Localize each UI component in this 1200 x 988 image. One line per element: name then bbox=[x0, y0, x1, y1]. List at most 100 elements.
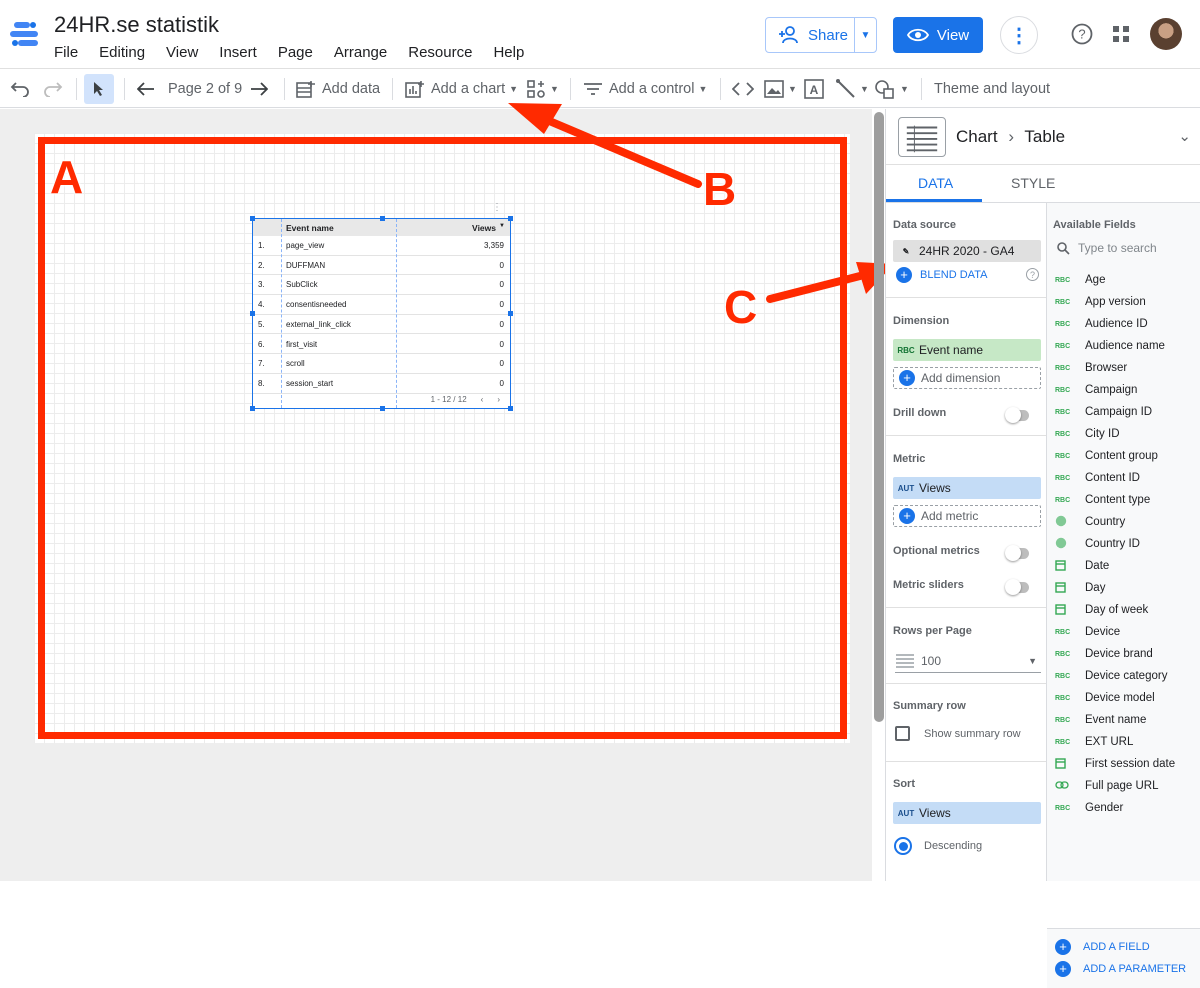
field-item[interactable]: RBC Content type bbox=[1055, 489, 1150, 511]
add-control-button[interactable]: Add a control ▼ bbox=[583, 69, 707, 109]
share-dropdown-icon[interactable]: ▼ bbox=[854, 18, 876, 52]
field-item[interactable]: RBC Device category bbox=[1055, 665, 1167, 687]
text-type-icon: RBC bbox=[897, 345, 915, 355]
apps-grid-icon[interactable] bbox=[1109, 22, 1133, 46]
summary-row-checkbox[interactable] bbox=[895, 726, 910, 741]
menu-arrange[interactable]: Arrange bbox=[334, 44, 387, 61]
field-item[interactable]: RBC Campaign ID bbox=[1055, 401, 1152, 423]
field-name: Country ID bbox=[1085, 538, 1140, 550]
add-dimension-button[interactable]: + Add dimension bbox=[893, 367, 1041, 389]
data-source-chip[interactable]: ✎ 24HR 2020 - GA4 bbox=[893, 240, 1041, 262]
sort-chip[interactable]: AUT Views bbox=[893, 802, 1041, 824]
add-field-button[interactable]: + ADD A FIELD bbox=[1055, 939, 1150, 955]
row-event-name: SubClick bbox=[286, 280, 318, 290]
field-item[interactable]: RBC Content group bbox=[1055, 445, 1158, 467]
metric-sliders-toggle[interactable] bbox=[1005, 579, 1029, 595]
shape-icon[interactable]: ▼ bbox=[874, 69, 909, 109]
chart-options-icon[interactable]: ⋮ bbox=[492, 202, 502, 213]
community-visualizations-icon[interactable]: ▼ bbox=[526, 69, 559, 109]
rows-per-page-select[interactable]: 100 ▼ bbox=[895, 649, 1041, 673]
menu-insert[interactable]: Insert bbox=[219, 44, 257, 61]
menu-page[interactable]: Page bbox=[278, 44, 313, 61]
menu-editing[interactable]: Editing bbox=[99, 44, 145, 61]
field-item[interactable]: RBC Device model bbox=[1055, 687, 1155, 709]
resize-handle[interactable] bbox=[380, 216, 385, 221]
resize-handle[interactable] bbox=[508, 216, 513, 221]
dimension-chip[interactable]: RBC Event name bbox=[893, 339, 1041, 361]
text-box-icon[interactable]: A bbox=[804, 69, 824, 109]
field-item[interactable]: RBC App version bbox=[1055, 291, 1146, 313]
add-data-button[interactable]: Add data bbox=[296, 69, 380, 109]
image-icon[interactable]: ▼ bbox=[764, 69, 797, 109]
table-chart-icon[interactable] bbox=[898, 117, 946, 157]
column-header-views[interactable]: Views bbox=[472, 223, 496, 233]
undo-icon[interactable] bbox=[10, 69, 30, 109]
field-item[interactable]: RBC Campaign bbox=[1055, 379, 1137, 401]
resize-handle[interactable] bbox=[250, 311, 255, 316]
field-item[interactable]: Date bbox=[1055, 555, 1109, 577]
field-search[interactable]: Type to search bbox=[1057, 241, 1157, 255]
field-item[interactable]: RBC Age bbox=[1055, 269, 1105, 291]
field-item[interactable]: RBC Audience name bbox=[1055, 335, 1165, 357]
pager-prev-icon[interactable]: ‹ bbox=[481, 395, 484, 404]
field-item[interactable]: RBC Event name bbox=[1055, 709, 1146, 731]
resize-handle[interactable] bbox=[508, 311, 513, 316]
chevron-down-icon[interactable]: ⌄ bbox=[1178, 127, 1191, 145]
text-type-icon: RBC bbox=[1055, 804, 1071, 812]
resize-handle[interactable] bbox=[250, 406, 255, 411]
tab-data[interactable]: DATA bbox=[918, 175, 953, 191]
redo-icon[interactable] bbox=[43, 69, 63, 109]
menu-resource[interactable]: Resource bbox=[408, 44, 472, 61]
canvas-scrollbar[interactable] bbox=[874, 112, 884, 722]
add-metric-button[interactable]: + Add metric bbox=[893, 505, 1041, 527]
metric-chip[interactable]: AUT Views bbox=[893, 477, 1041, 499]
view-button[interactable]: View bbox=[893, 17, 983, 53]
field-item[interactable]: Full page URL bbox=[1055, 775, 1159, 797]
select-pointer-icon[interactable] bbox=[84, 74, 114, 104]
previous-page-icon[interactable] bbox=[137, 69, 155, 109]
column-header-event-name[interactable]: Event name bbox=[286, 223, 334, 233]
looker-studio-logo-icon[interactable] bbox=[10, 20, 42, 48]
pager-next-icon[interactable]: › bbox=[497, 395, 500, 404]
field-item[interactable]: RBC EXT URL bbox=[1055, 731, 1133, 753]
drill-down-toggle[interactable] bbox=[1005, 407, 1029, 423]
page-indicator[interactable]: Page 2 of 9 bbox=[168, 69, 242, 109]
field-item[interactable]: RBC Browser bbox=[1055, 357, 1127, 379]
blend-data-button[interactable]: + BLEND DATA bbox=[896, 267, 987, 283]
menu-view[interactable]: View bbox=[166, 44, 198, 61]
resize-handle[interactable] bbox=[380, 406, 385, 411]
table-chart[interactable]: Event name Views ▼ 1. page_view 3,359 2. DU… bbox=[250, 216, 513, 411]
tab-style[interactable]: STYLE bbox=[1011, 175, 1055, 191]
field-item[interactable]: RBC Device bbox=[1055, 621, 1120, 643]
pencil-icon[interactable]: ✎ bbox=[893, 247, 919, 256]
add-parameter-button[interactable]: + ADD A PARAMETER bbox=[1055, 961, 1186, 977]
field-item[interactable]: RBC Gender bbox=[1055, 797, 1123, 819]
optional-metrics-toggle[interactable] bbox=[1005, 545, 1029, 561]
theme-layout-button[interactable]: Theme and layout bbox=[934, 69, 1050, 109]
resize-handle[interactable] bbox=[508, 406, 513, 411]
line-icon[interactable]: ▼ bbox=[836, 69, 869, 109]
field-item[interactable]: First session date bbox=[1055, 753, 1175, 775]
help-icon[interactable]: ? bbox=[1070, 22, 1094, 46]
descending-radio[interactable] bbox=[894, 837, 912, 855]
more-options-icon[interactable]: ⋮ bbox=[1000, 16, 1038, 54]
field-item[interactable]: Country bbox=[1055, 511, 1125, 533]
report-title[interactable]: 24HR.se statistik bbox=[54, 12, 219, 38]
field-item[interactable]: RBC Audience ID bbox=[1055, 313, 1148, 335]
next-page-icon[interactable] bbox=[250, 69, 268, 109]
field-item[interactable]: Day of week bbox=[1055, 599, 1148, 621]
field-item[interactable]: RBC City ID bbox=[1055, 423, 1120, 445]
field-item[interactable]: RBC Content ID bbox=[1055, 467, 1140, 489]
menu-file[interactable]: File bbox=[54, 44, 78, 61]
share-button[interactable]: Share ▼ bbox=[765, 17, 877, 53]
field-item[interactable]: Country ID bbox=[1055, 533, 1140, 555]
table-row: 7. scroll 0 bbox=[253, 354, 510, 374]
add-chart-button[interactable]: Add a chart ▼ bbox=[405, 69, 518, 109]
resize-handle[interactable] bbox=[250, 216, 255, 221]
menu-help[interactable]: Help bbox=[493, 44, 524, 61]
field-item[interactable]: Day bbox=[1055, 577, 1105, 599]
user-avatar[interactable] bbox=[1150, 18, 1182, 50]
help-icon[interactable]: ? bbox=[1026, 268, 1039, 281]
field-item[interactable]: RBC Device brand bbox=[1055, 643, 1153, 665]
embed-code-icon[interactable] bbox=[732, 69, 754, 109]
